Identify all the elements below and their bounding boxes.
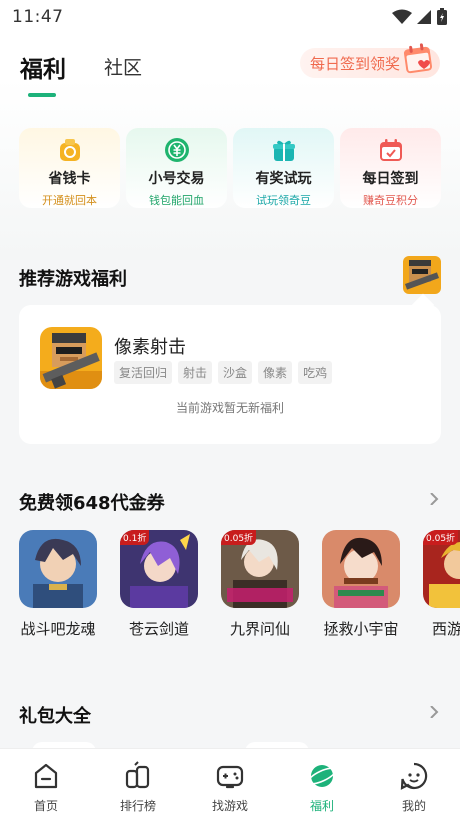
- voucher-game-icon[interactable]: [19, 530, 97, 608]
- card-savings[interactable]: 省钱卡 开通就回本: [19, 128, 120, 208]
- card-savings-subtitle: 开通就回本: [42, 194, 97, 207]
- battery-icon: [437, 8, 447, 25]
- wifi-icon: [392, 9, 412, 24]
- card-account-trade-subtitle: 钱包能回血: [149, 194, 204, 207]
- card-savings-title: 省钱卡: [48, 171, 91, 187]
- voucher-game-name: 战斗吧龙魂: [20, 620, 96, 638]
- profile-face-icon: [400, 762, 428, 790]
- voucher-game-item[interactable]: 0.05折 西游记塔: [423, 530, 460, 639]
- pixel-shooter-icon[interactable]: [40, 327, 102, 389]
- nav-leaderboard[interactable]: 排行榜: [92, 749, 184, 818]
- card-trial-play-title: 有奖试玩: [255, 171, 312, 187]
- daily-checkin-banner[interactable]: 每日签到领奖: [299, 43, 440, 78]
- calendar-check-icon: [379, 139, 402, 161]
- nav-home-label: 首页: [33, 799, 58, 813]
- gift-packs-chevron-right-icon[interactable]: [428, 706, 440, 718]
- nav-leaderboard-label: 排行榜: [119, 799, 156, 813]
- voucher-game-item[interactable]: 战斗吧龙魂: [19, 530, 97, 639]
- panel-pointer: [411, 293, 435, 317]
- voucher-game-name: 九界问仙: [229, 620, 290, 638]
- voucher-game-icon[interactable]: [322, 530, 400, 608]
- pixel-shooter-thumb-image: [403, 256, 441, 294]
- recommended-game-name[interactable]: 像素射击: [114, 333, 186, 359]
- feature-cards: 省钱卡 开通就回本 小号交易 钱包能回血 有奖试玩 试玩领奇豆 每日签到 赚奇豆: [19, 128, 441, 208]
- nav-find-games[interactable]: 找游戏: [184, 749, 276, 818]
- game-tags: 复活回归 射击 沙盒 像素 吃鸡: [114, 361, 333, 384]
- card-daily-checkin-title: 每日签到: [362, 171, 419, 187]
- card-trial-play-subtitle: 试玩领奇豆: [256, 194, 311, 207]
- voucher-game-item[interactable]: 0.1折 苍云剑道: [120, 530, 198, 639]
- nav-profile[interactable]: 我的: [368, 749, 460, 818]
- nav-welfare[interactable]: 福利: [276, 749, 368, 818]
- card-daily-checkin-subtitle: 赚奇豆积分: [363, 194, 418, 207]
- tab-community[interactable]: 社区: [104, 53, 142, 80]
- active-tab-indicator: [28, 93, 56, 97]
- save-universe-art: [322, 530, 400, 608]
- daily-checkin-label: 每日签到领奖: [309, 54, 400, 73]
- coin-bag-icon: [59, 139, 80, 161]
- discount-badge: 0.1折: [120, 530, 150, 545]
- voucher-games-row: 战斗吧龙魂 0.1折 苍云剑道 0.05折 九界问仙 拯救小宇宙 0.05折 西…: [19, 530, 460, 660]
- voucher-game-item[interactable]: 拯救小宇宙: [322, 530, 400, 639]
- voucher-game-icon[interactable]: 0.05折: [221, 530, 299, 608]
- voucher-game-name: 拯救小宇宙: [323, 620, 399, 638]
- status-icons: [392, 8, 448, 26]
- nav-find-games-label: 找游戏: [211, 799, 248, 813]
- dragon-soul-art: [19, 530, 97, 608]
- cellular-signal-icon: [417, 10, 431, 24]
- voucher-game-name: 苍云剑道: [128, 620, 189, 638]
- yuan-exchange-icon: [164, 138, 189, 162]
- game-tag: 像素: [258, 361, 293, 384]
- status-bar: 11:47: [0, 0, 460, 34]
- game-tag: 复活回归: [114, 361, 173, 384]
- gamepad-icon: [216, 765, 244, 789]
- status-time: 11:47: [12, 7, 64, 27]
- card-account-trade[interactable]: 小号交易 钱包能回血: [126, 128, 227, 208]
- voucher-game-item[interactable]: 0.05折 九界问仙: [221, 530, 299, 639]
- game-tag: 吃鸡: [298, 361, 333, 384]
- recommended-game-panel[interactable]: 像素射击 复活回归 射击 沙盒 像素 吃鸡 当前游戏暂无新福利: [19, 293, 441, 444]
- game-tag: 沙盒: [218, 361, 253, 384]
- voucher-game-icon[interactable]: 0.1折: [120, 530, 198, 608]
- calendar-heart-icon: [403, 43, 433, 74]
- game-tag: 射击: [178, 361, 213, 384]
- tab-welfare[interactable]: 福利: [20, 50, 66, 84]
- home-icon: [34, 763, 58, 789]
- recommended-game-thumb[interactable]: [403, 256, 441, 294]
- bottom-nav: 首页 排行榜 找游戏 福利 我的: [0, 748, 460, 818]
- card-trial-play[interactable]: 有奖试玩 试玩领奇豆: [233, 128, 334, 208]
- nav-home[interactable]: 首页: [0, 749, 92, 818]
- discount-badge: 0.05折: [221, 530, 257, 545]
- page-header: 福利 社区 每日签到领奖: [0, 40, 460, 97]
- card-account-trade-title: 小号交易: [148, 171, 205, 187]
- gift-packs-section-title: 礼包大全: [19, 706, 91, 727]
- discount-badge: 0.05折: [423, 530, 459, 545]
- leaderboard-icon: [125, 761, 150, 789]
- no-benefit-message: 当前游戏暂无新福利: [175, 401, 284, 415]
- recommended-section-title: 推荐游戏福利: [19, 269, 127, 290]
- nav-profile-label: 我的: [401, 799, 426, 813]
- planet-icon: [307, 765, 337, 787]
- card-daily-checkin[interactable]: 每日签到 赚奇豆积分: [340, 128, 441, 208]
- voucher-game-name: 西游记塔: [431, 620, 460, 638]
- vouchers-section-title: 免费领648代金券: [19, 493, 165, 514]
- gift-box-icon: [272, 140, 295, 161]
- pixel-shooter-game-image: [40, 327, 102, 389]
- nav-welfare-label: 福利: [309, 799, 334, 813]
- vouchers-chevron-right-icon[interactable]: [428, 493, 440, 505]
- voucher-game-icon[interactable]: 0.05折: [423, 530, 460, 608]
